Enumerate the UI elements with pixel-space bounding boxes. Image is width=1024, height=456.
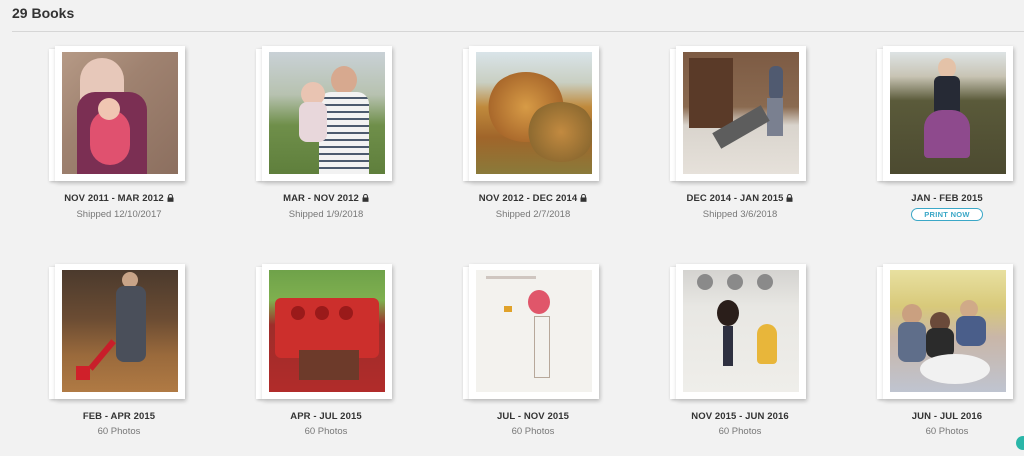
book-cover[interactable] [670, 43, 810, 181]
book-title: FEB - APR 2015 [82, 411, 156, 422]
help-chat-button[interactable] [1016, 436, 1024, 450]
cover-photo [476, 270, 592, 392]
photo-count: 60 Photos [97, 426, 141, 437]
photo-count: 60 Photos [511, 426, 555, 437]
lock-icon [580, 193, 587, 205]
cover-photo [269, 52, 385, 174]
book-card[interactable]: MAR - NOV 2012 Shipped 1/9/2018 [231, 43, 421, 220]
book-cover[interactable] [49, 261, 189, 399]
lock-icon [786, 193, 793, 205]
print-now-button[interactable]: PRINT NOW [911, 208, 983, 221]
shipped-date: Shipped 1/9/2018 [288, 209, 364, 220]
book-cover[interactable] [256, 261, 396, 399]
book-cover[interactable] [463, 43, 603, 181]
book-title: MAR - NOV 2012 [283, 193, 359, 204]
book-cover[interactable] [49, 43, 189, 181]
book-title: JAN - FEB 2015 [911, 193, 983, 204]
lock-icon [362, 193, 369, 205]
book-card[interactable]: NOV 2011 - MAR 2012 Shipped 12/10/2017 [24, 43, 214, 220]
header-divider [12, 31, 1024, 32]
book-title: NOV 2015 - JUN 2016 [691, 411, 789, 422]
shipped-date: Shipped 2/7/2018 [495, 209, 571, 220]
book-title: APR - JUL 2015 [290, 411, 362, 422]
book-card[interactable]: NOV 2015 - JUN 2016 60 Photos [645, 261, 835, 437]
book-cover[interactable] [877, 261, 1017, 399]
book-title: JUL - NOV 2015 [497, 411, 569, 422]
lock-icon [167, 193, 174, 205]
book-cover[interactable] [256, 43, 396, 181]
photo-count: 60 Photos [304, 426, 348, 437]
book-title: NOV 2011 - MAR 2012 [64, 193, 164, 204]
shipped-date: Shipped 12/10/2017 [76, 209, 162, 220]
book-count-title: 29 Books [12, 5, 75, 21]
book-card[interactable]: DEC 2014 - JAN 2015 Shipped 3/6/2018 [645, 43, 835, 220]
book-card[interactable]: JUN - JUL 2016 60 Photos [852, 261, 1024, 437]
cover-photo [683, 52, 799, 174]
book-title: NOV 2012 - DEC 2014 [478, 193, 578, 204]
book-card[interactable]: FEB - APR 2015 60 Photos [24, 261, 214, 437]
cover-photo [683, 270, 799, 392]
photo-count: 60 Photos [925, 426, 969, 437]
cover-photo [476, 52, 592, 174]
book-cover[interactable] [670, 261, 810, 399]
book-title: DEC 2014 - JAN 2015 [686, 193, 784, 204]
cover-photo [62, 52, 178, 174]
cover-photo [62, 270, 178, 392]
book-cover[interactable] [877, 43, 1017, 181]
book-card[interactable]: APR - JUL 2015 60 Photos [231, 261, 421, 437]
book-card[interactable]: NOV 2012 - DEC 2014 Shipped 2/7/2018 [438, 43, 628, 220]
book-cover[interactable] [463, 261, 603, 399]
cover-photo [890, 270, 1006, 392]
cover-photo [890, 52, 1006, 174]
book-card[interactable]: JUL - NOV 2015 60 Photos [438, 261, 628, 437]
cover-photo [269, 270, 385, 392]
book-title: JUN - JUL 2016 [911, 411, 983, 422]
shipped-date: Shipped 3/6/2018 [702, 209, 778, 220]
photo-count: 60 Photos [718, 426, 762, 437]
book-card[interactable]: JAN - FEB 2015 PRINT NOW [852, 43, 1024, 222]
